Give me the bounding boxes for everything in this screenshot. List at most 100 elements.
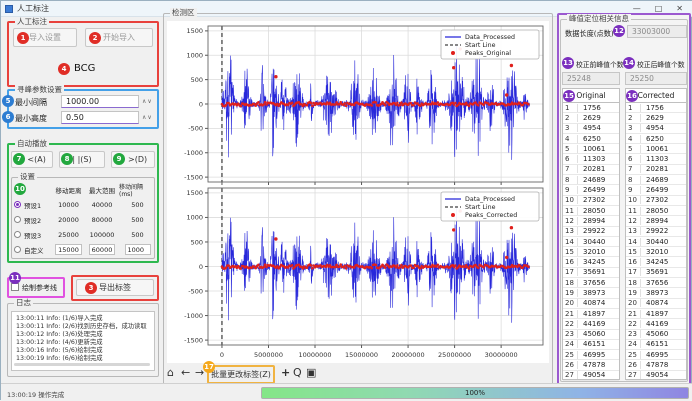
table-row[interactable]: 2546995	[626, 350, 686, 360]
preset-radio-预设3[interactable]: 预设3	[12, 227, 52, 242]
settings-col-header: 最大范围	[85, 182, 119, 197]
table-row[interactable]: 1027302	[563, 196, 619, 206]
table-row[interactable]: 1329922	[626, 227, 686, 237]
table-row[interactable]: 611303	[626, 154, 686, 164]
badge-11: 11	[9, 272, 21, 284]
table-row[interactable]: 2546995	[563, 350, 619, 360]
table-row[interactable]: 2647878	[626, 360, 686, 370]
min-interval-input[interactable]: 1000.00	[61, 95, 139, 108]
settings-col-header: 移动间隔(ms)	[119, 182, 156, 197]
home-icon[interactable]: ⌂	[167, 366, 174, 380]
progress-bar: 100%	[261, 387, 689, 399]
table-row[interactable]: 34954	[626, 124, 686, 134]
batch-change-label-button[interactable]: 批量更改标签(Z)	[210, 368, 272, 381]
table-row[interactable]: 510061	[563, 144, 619, 154]
table-row[interactable]: 1735691	[626, 268, 686, 278]
corrected-peaks-table[interactable]: Corrected 117562262934954462505100616113…	[625, 88, 687, 380]
table-row[interactable]: 34954	[563, 124, 619, 134]
table-row[interactable]: 510061	[626, 144, 686, 154]
table-row[interactable]: 1735691	[563, 268, 619, 278]
close-icon[interactable]: ✕	[676, 4, 683, 13]
original-peaks-table[interactable]: Original 1175622629349544625051006161130…	[562, 88, 620, 380]
custom-value-input[interactable]: 60000	[85, 242, 119, 257]
table-row[interactable]: 2244169	[563, 319, 619, 329]
table-row[interactable]: 1027302	[626, 196, 686, 206]
back-icon[interactable]: ←	[181, 366, 190, 380]
table-row[interactable]: 1837656	[626, 278, 686, 288]
table-row[interactable]: 1938973	[626, 288, 686, 298]
table-row[interactable]: 1329922	[563, 227, 619, 237]
table-row[interactable]: 11756	[626, 103, 686, 113]
chart-peaks-corrected[interactable]: 150010005000-500-1000-150005000000100000…	[168, 185, 548, 361]
table-row[interactable]: 2040874	[563, 299, 619, 309]
maximize-icon[interactable]: □	[655, 4, 663, 13]
table-row[interactable]: 1938973	[563, 288, 619, 298]
svg-text:Start Line: Start Line	[465, 42, 496, 49]
table-row[interactable]: 720281	[563, 165, 619, 175]
zoom-icon[interactable]: Q	[293, 366, 302, 380]
svg-text:0: 0	[199, 100, 203, 108]
table-row[interactable]: 824689	[563, 175, 619, 185]
min-height-input[interactable]: 0.50	[61, 111, 139, 124]
preset-radio-预设1[interactable]: 预设1	[12, 197, 52, 212]
preset-radio-预设2[interactable]: 预设2	[12, 212, 52, 227]
table-row[interactable]: 1634245	[626, 257, 686, 267]
post-peak-count-label: 校正后峰值个数	[637, 59, 685, 69]
table-row[interactable]: 824689	[626, 175, 686, 185]
table-row[interactable]: 46250	[626, 134, 686, 144]
custom-value-input[interactable]: 15000	[52, 242, 85, 257]
log-textarea[interactable]: 13:00:11 Info: (1/6)导入完成13:00:11 Info: (…	[11, 311, 155, 371]
table-row[interactable]: 720281	[626, 165, 686, 175]
table-row[interactable]: 1430440	[626, 237, 686, 247]
table-row[interactable]: 22629	[626, 113, 686, 123]
table-row[interactable]: 46250	[563, 134, 619, 144]
table-row[interactable]: 1128050	[563, 206, 619, 216]
svg-text:500: 500	[191, 238, 203, 246]
app-window: { "window": { "title": "人工标注", "minimize…	[0, 0, 692, 400]
badge-1: 1	[17, 32, 29, 44]
table-row[interactable]: 1532010	[626, 247, 686, 257]
table-row[interactable]: 2244169	[626, 319, 686, 329]
table-row[interactable]: 2749054	[563, 371, 619, 381]
table-row[interactable]: 2141897	[626, 309, 686, 319]
table-row[interactable]: 22629	[563, 113, 619, 123]
min-height-stepper[interactable]: ∧∨	[142, 114, 153, 121]
preset-radio-自定义[interactable]: 自定义	[12, 242, 52, 257]
table-row[interactable]: 2141897	[563, 309, 619, 319]
table-row[interactable]: 2446151	[626, 340, 686, 350]
min-interval-label: 最小间隔	[15, 97, 47, 108]
table-row[interactable]: 926499	[563, 185, 619, 195]
table-row[interactable]: 1634245	[563, 257, 619, 267]
post-peak-count-field: 25250	[625, 72, 687, 85]
table-row[interactable]: 2647878	[563, 360, 619, 370]
table-row[interactable]: 2749054	[626, 371, 686, 381]
progress-label: 100%	[465, 389, 485, 397]
table-row[interactable]: 1228994	[626, 216, 686, 226]
table-row[interactable]: 2345060	[563, 330, 619, 340]
min-interval-stepper[interactable]: ∧∨	[142, 98, 153, 105]
table-row[interactable]: 11756	[563, 103, 619, 113]
log-scrollbar[interactable]	[14, 363, 150, 366]
save-icon[interactable]: ▣	[306, 366, 316, 380]
table-row[interactable]: 1532010	[563, 247, 619, 257]
table-row[interactable]: 611303	[563, 154, 619, 164]
table-row[interactable]: 1228994	[563, 216, 619, 226]
svg-text:-1500: -1500	[184, 336, 203, 344]
table-row[interactable]: 1128050	[626, 206, 686, 216]
autoplay-settings-table: 移动距离最大范围移动间隔(ms)预设11000040000500预设220000…	[12, 182, 154, 257]
reference-line-checkbox[interactable]	[11, 283, 19, 291]
minimize-icon[interactable]: —	[633, 4, 641, 13]
chart-peaks-original[interactable]: 150010005000-500-1000-1500Data_Processed…	[168, 23, 548, 185]
custom-value-input[interactable]: 1000	[119, 242, 156, 257]
table-row[interactable]: 2040874	[626, 299, 686, 309]
svg-text:Data_Processed: Data_Processed	[465, 196, 515, 203]
table-row[interactable]: 1430440	[563, 237, 619, 247]
badge-4: 4	[58, 63, 70, 75]
table-row[interactable]: 926499	[626, 185, 686, 195]
signal-type-label: BCG	[74, 63, 95, 74]
table-row[interactable]: 2446151	[563, 340, 619, 350]
table-row[interactable]: 1837656	[563, 278, 619, 288]
matplotlib-figure: 150010005000-500-1000-1500Data_Processed…	[167, 21, 549, 363]
pan-icon[interactable]: +	[281, 366, 290, 380]
table-row[interactable]: 2345060	[626, 330, 686, 340]
